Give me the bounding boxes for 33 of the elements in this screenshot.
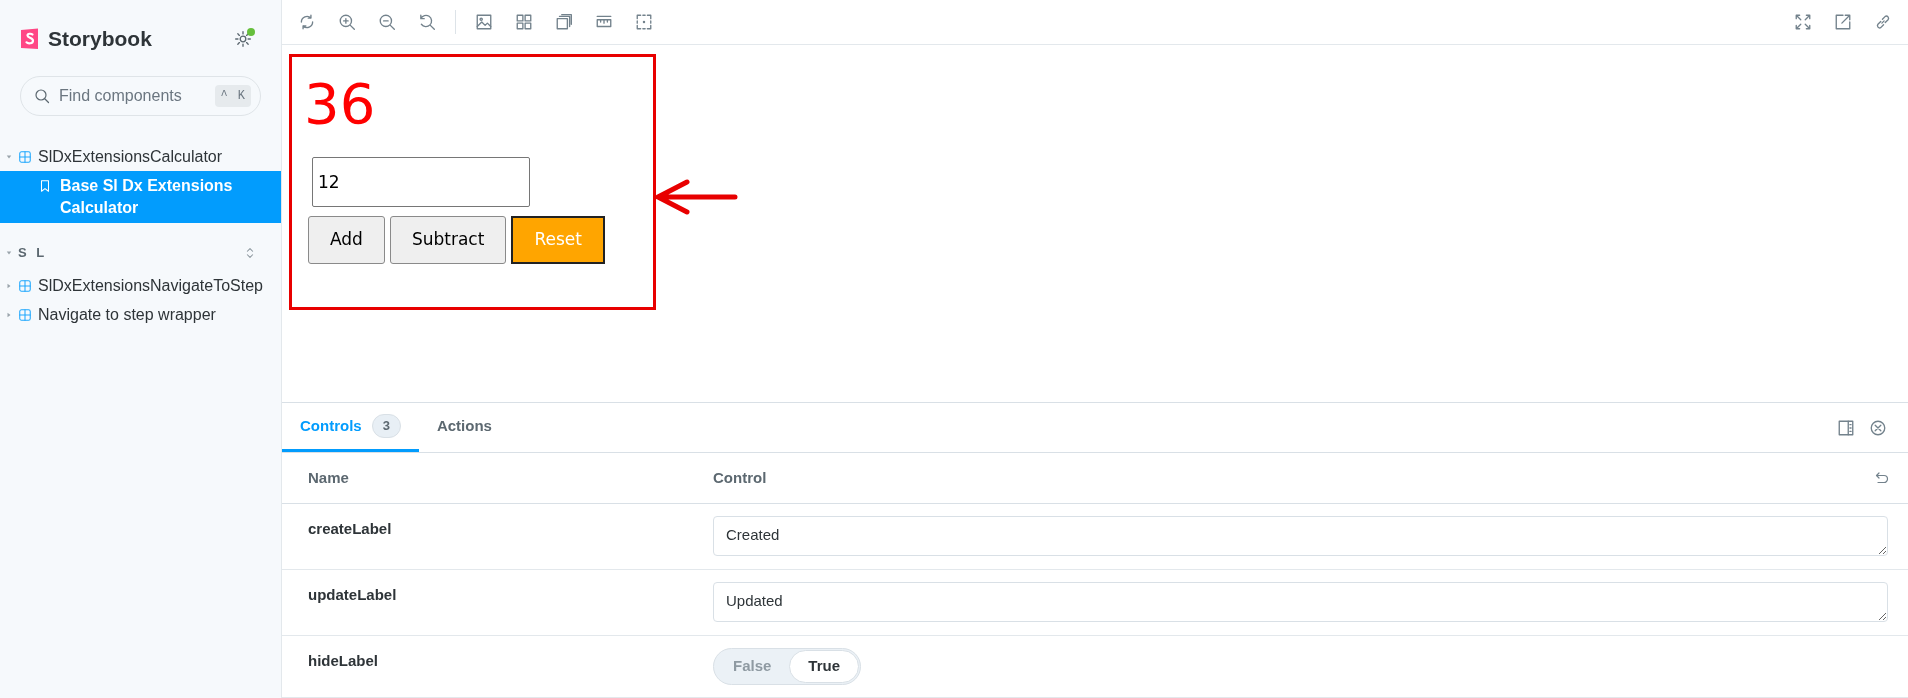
control-name: createLabel bbox=[308, 519, 393, 539]
text-field[interactable]: Created bbox=[713, 516, 1888, 556]
calculator-button[interactable]: Subtract bbox=[389, 216, 507, 264]
shortcut-key: ^ bbox=[220, 87, 228, 105]
boolean-toggle[interactable]: False True bbox=[713, 648, 862, 685]
result-number: 36 bbox=[304, 70, 377, 138]
column-header: Name bbox=[308, 467, 350, 488]
column-header: Control bbox=[713, 467, 768, 488]
caret-icon[interactable] bbox=[6, 282, 12, 289]
component-grid-icon bbox=[18, 149, 32, 164]
caret-icon[interactable] bbox=[6, 311, 12, 318]
number-input[interactable]: 12 bbox=[312, 157, 530, 207]
caret-icon[interactable] bbox=[6, 153, 12, 160]
shortcut-key: K bbox=[237, 87, 245, 105]
logo-icon bbox=[20, 27, 40, 51]
tree-item[interactable]: Navigate to step wrapper bbox=[0, 300, 281, 329]
control-name: updateLabel bbox=[308, 585, 398, 605]
calculator-button[interactable]: Add bbox=[308, 216, 385, 264]
text-field[interactable]: Updated bbox=[713, 582, 1888, 622]
undo-icon[interactable] bbox=[1874, 470, 1890, 486]
tree-item[interactable]: SlDxExtensionsNavigateToStep bbox=[0, 271, 281, 300]
caret-icon[interactable] bbox=[6, 250, 12, 256]
component-grid-icon bbox=[18, 307, 32, 322]
component-grid-icon bbox=[18, 278, 32, 293]
search-icon bbox=[34, 88, 50, 104]
count-badge: 3 bbox=[371, 414, 401, 438]
tree-item[interactable]: SlDxExtensionsCalculator bbox=[0, 142, 281, 171]
control-name: hideLabel bbox=[308, 651, 379, 671]
panel-tab[interactable]: Controls 3 bbox=[282, 403, 419, 452]
section-heading[interactable]: S L bbox=[18, 243, 237, 263]
toggle-option[interactable]: True bbox=[789, 650, 860, 683]
brand-name: Storybook bbox=[48, 26, 152, 53]
panel-tab[interactable]: Actions bbox=[418, 403, 510, 452]
